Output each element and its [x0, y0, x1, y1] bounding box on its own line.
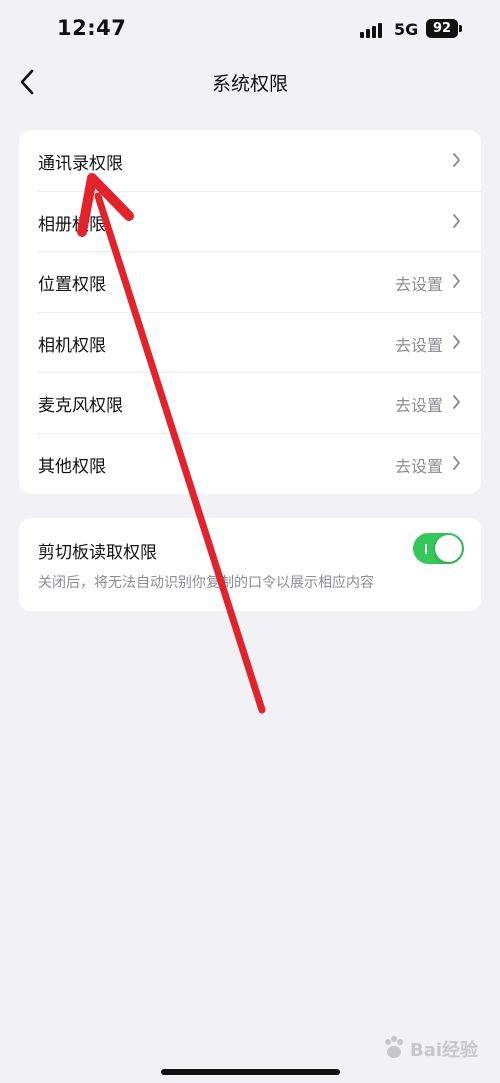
permissions-list: 通讯录权限 相册权限 位置权限 去设置 相机权限 去设置 麦克风权限 去设置 其…	[19, 130, 481, 494]
permission-row-contacts[interactable]: 通讯录权限	[19, 130, 481, 191]
chevron-right-icon	[453, 456, 460, 470]
permission-row-location[interactable]: 位置权限 去设置	[19, 251, 481, 312]
toggle-on-indicator	[425, 544, 427, 554]
home-indicator[interactable]	[161, 1069, 340, 1075]
permission-label: 通讯录权限	[38, 154, 123, 174]
chevron-right-icon	[453, 213, 460, 228]
signal-icon	[360, 22, 386, 38]
permission-status: 去设置	[394, 456, 443, 476]
watermark-text: Bai经验	[410, 1040, 479, 1061]
permission-label: 位置权限	[38, 275, 106, 296]
clipboard-toggle[interactable]	[413, 533, 464, 564]
chevron-right-icon	[453, 153, 460, 167]
permission-label: 相册权限	[38, 214, 106, 235]
status-time: 12:47	[57, 16, 127, 40]
permission-status: 去设置	[394, 275, 443, 295]
page-title: 系统权限	[211, 73, 288, 95]
permission-row-album[interactable]: 相册权限	[19, 190, 481, 252]
permission-row-microphone[interactable]: 麦克风权限 去设置	[19, 372, 481, 433]
paw-icon	[385, 1036, 403, 1058]
clipboard-permission-card: 剪切板读取权限 关闭后，将无法自动识别你复制的口令以展示相应内容	[19, 518, 481, 611]
permission-row-other[interactable]: 其他权限 去设置	[19, 432, 481, 494]
watermark: Bai经验	[380, 1030, 490, 1066]
permission-status: 去设置	[394, 396, 443, 416]
permission-label: 麦克风权限	[38, 396, 123, 417]
chevron-right-icon	[453, 274, 460, 289]
permission-label: 其他权限	[38, 456, 106, 477]
battery-icon: 92	[426, 19, 458, 38]
permission-label: 相机权限	[38, 335, 106, 356]
chevron-right-icon	[453, 395, 460, 410]
clipboard-title: 剪切板读取权限	[38, 543, 157, 563]
status-bar: 12:47 5G 92	[0, 0, 500, 62]
battery-tip	[459, 25, 462, 32]
clipboard-description: 关闭后，将无法自动识别你复制的口令以展示相应内容	[38, 575, 374, 591]
toggle-knob	[435, 535, 462, 562]
nav-bar: 系统权限	[0, 62, 500, 102]
network-label: 5G	[394, 20, 419, 39]
permission-status: 去设置	[394, 335, 443, 355]
chevron-right-icon	[453, 334, 460, 349]
permission-row-camera[interactable]: 相机权限 去设置	[19, 311, 481, 373]
